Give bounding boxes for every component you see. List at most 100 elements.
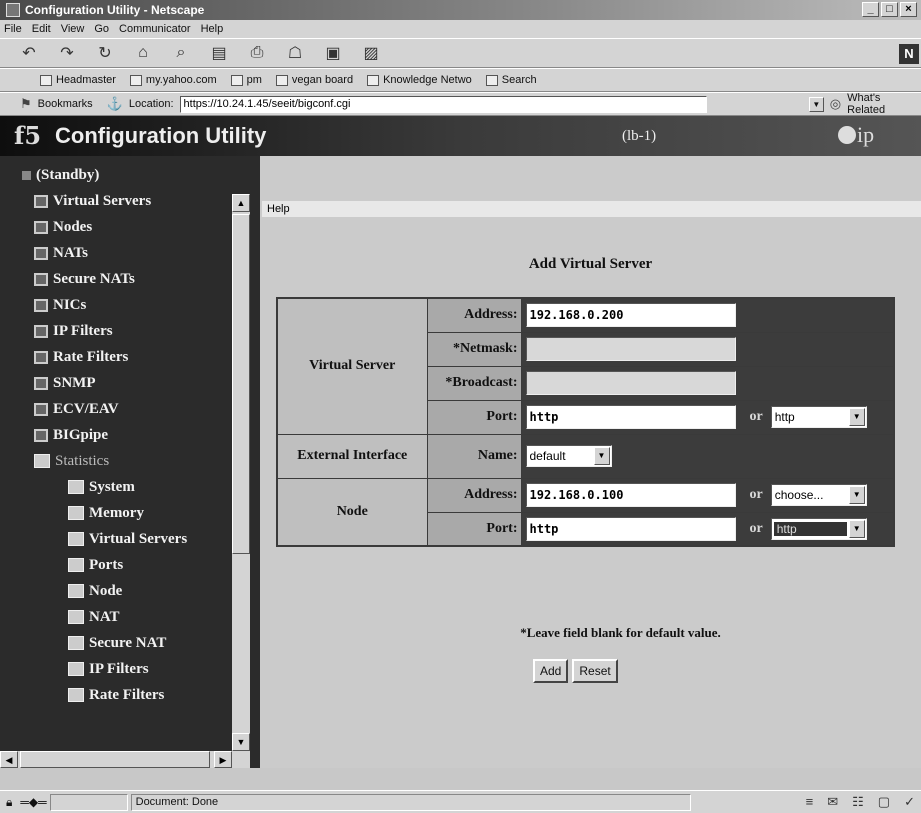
sidebar-item-stats-rate-filters[interactable]: Rate Filters	[0, 682, 232, 708]
broadcast-input[interactable]	[525, 371, 736, 395]
menu-help[interactable]: Help	[201, 23, 224, 35]
stats-page-icon	[68, 532, 84, 546]
interface-name-select[interactable]: default ▼	[525, 445, 612, 467]
sidebar-vertical-scrollbar[interactable]: ▲ ▼	[232, 194, 250, 751]
sidebar-item-stats-node[interactable]: Node	[0, 578, 232, 604]
personal-link-label: pm	[246, 74, 262, 86]
maximize-button[interactable]: □	[881, 2, 898, 17]
stop-icon[interactable]: ▨	[360, 43, 382, 63]
personal-link-search[interactable]: Search	[485, 74, 537, 86]
node-address-input[interactable]: 192.168.0.100	[525, 483, 736, 507]
whats-related-button[interactable]: What's Related	[847, 92, 921, 116]
search-icon[interactable]: ⌕	[170, 43, 192, 63]
address-input[interactable]: 192.168.0.200	[525, 303, 736, 328]
sidebar-item-nats[interactable]: NATs	[0, 240, 232, 266]
help-bar: Help	[262, 201, 921, 217]
print-icon[interactable]: ⎙	[246, 43, 268, 63]
mail-icon[interactable]: ✉	[827, 794, 838, 810]
sidebar-item-stats-ports[interactable]: Ports	[0, 552, 232, 578]
forward-icon[interactable]: ↷	[56, 43, 78, 63]
menu-file[interactable]: File	[4, 23, 22, 35]
netmask-input[interactable]	[525, 337, 736, 361]
sidebar-item-statistics[interactable]: Statistics	[0, 448, 232, 474]
sidebar-horizontal-scrollbar[interactable]: ◀ ▶	[0, 751, 250, 768]
personal-link-yahoo[interactable]: my.yahoo.com	[129, 74, 217, 86]
sidebar-item-nodes[interactable]: Nodes	[0, 214, 232, 240]
personal-link-knowledge[interactable]: Knowledge Netwo	[367, 74, 472, 86]
back-icon[interactable]: ↶	[18, 43, 40, 63]
node-port-select[interactable]: http ▼	[770, 517, 867, 540]
port-input[interactable]: http	[525, 405, 736, 429]
composer-icon[interactable]: ▢	[878, 794, 890, 810]
bookmark-page-icon	[40, 74, 52, 86]
personal-link-pm[interactable]: pm	[230, 74, 262, 86]
sidebar-item-rate-filters[interactable]: Rate Filters	[0, 344, 232, 370]
add-virtual-server-form: Virtual Server Address: 192.168.0.200 *N…	[276, 297, 895, 547]
status-bar: 🔒︎ ═◆═ Document: Done ≡ ✉ ☷ ▢ ✓	[0, 790, 921, 813]
personal-link-vegan-board[interactable]: vegan board	[275, 74, 353, 86]
sidebar-item-label: Secure NATs	[53, 270, 135, 287]
menu-bar: File Edit View Go Communicator Help	[0, 20, 921, 38]
help-link[interactable]: Help	[267, 203, 290, 215]
minimize-button[interactable]: _	[862, 2, 879, 17]
scroll-right-arrow[interactable]: ▶	[214, 751, 232, 768]
sidebar-item-secure-nats[interactable]: Secure NATs	[0, 266, 232, 292]
shop-icon[interactable]: ▣	[322, 43, 344, 63]
personal-link-label: my.yahoo.com	[145, 74, 217, 86]
reset-button[interactable]: Reset	[572, 659, 618, 683]
sidebar-item-bigpipe[interactable]: BIGpipe	[0, 422, 232, 448]
url-field[interactable]: https://10.24.1.45/seeit/bigconf.cgi	[179, 95, 707, 113]
sidebar-item-stats-virtual-servers[interactable]: Virtual Servers	[0, 526, 232, 552]
sidebar-item-snmp[interactable]: SNMP	[0, 370, 232, 396]
sidebar-item-label: Memory	[89, 504, 144, 521]
horizontal-scroll-thumb[interactable]	[20, 751, 210, 768]
location-toolbar: ⚑ Bookmarks ⚓ Location: https://10.24.1.…	[0, 92, 921, 116]
bigip-logo-mark	[838, 126, 856, 144]
node-address-select[interactable]: choose... ▼	[770, 484, 867, 506]
sidebar-item-label: NICs	[53, 296, 87, 313]
sidebar-item-label: System	[89, 478, 135, 495]
sidebar-item-ecv-eav[interactable]: ECV/EAV	[0, 396, 232, 422]
scroll-left-arrow[interactable]: ◀	[0, 751, 18, 768]
menu-edit[interactable]: Edit	[32, 23, 51, 35]
sidebar-item-nics[interactable]: NICs	[0, 292, 232, 318]
bookmark-page-icon	[129, 74, 142, 86]
security-icon[interactable]: ☖	[284, 43, 306, 63]
menu-go[interactable]: Go	[94, 23, 109, 35]
bookmarks-icon[interactable]: ⚑	[20, 96, 32, 112]
navigator-icon[interactable]: ≡	[806, 794, 814, 810]
interface-name-label: Name:	[426, 433, 522, 479]
add-button[interactable]: Add	[533, 659, 569, 683]
url-dropdown-arrow[interactable]: ▼	[808, 96, 824, 112]
sidebar-item-stats-nat[interactable]: NAT	[0, 604, 232, 630]
sidebar-item-virtual-servers[interactable]: Virtual Servers	[0, 188, 232, 214]
sidebar-item-standby[interactable]: (Standby)	[0, 162, 232, 188]
ecv-eav-icon	[34, 402, 48, 416]
reload-icon[interactable]: ↻	[94, 43, 116, 63]
whats-related-icon[interactable]: ◎	[830, 96, 841, 112]
bookmarks-button[interactable]: Bookmarks	[38, 98, 93, 110]
scroll-thumb[interactable]	[232, 214, 250, 554]
menu-communicator[interactable]: Communicator	[119, 23, 191, 35]
sidebar-item-label: Rate Filters	[53, 348, 129, 365]
discussions-icon[interactable]: ☷	[852, 794, 864, 810]
scroll-down-arrow[interactable]: ▼	[232, 733, 250, 751]
nodes-icon	[34, 220, 48, 234]
port-service-select[interactable]: http ▼	[770, 406, 867, 428]
stats-page-icon	[68, 636, 84, 650]
sidebar-item-ip-filters[interactable]: IP Filters	[0, 318, 232, 344]
my-netscape-icon[interactable]: ▤	[208, 43, 230, 63]
check-icon[interactable]: ✓	[904, 794, 915, 810]
lock-icon[interactable]: 🔒︎	[6, 795, 12, 810]
menu-view[interactable]: View	[61, 23, 85, 35]
sidebar-item-stats-secure-nat[interactable]: Secure NAT	[0, 630, 232, 656]
sidebar-item-stats-ip-filters[interactable]: IP Filters	[0, 656, 232, 682]
close-button[interactable]: ×	[900, 2, 917, 17]
sidebar-item-stats-memory[interactable]: Memory	[0, 500, 232, 526]
sidebar-item-stats-system[interactable]: System	[0, 474, 232, 500]
node-port-input[interactable]: http	[525, 516, 736, 541]
home-icon[interactable]: ⌂	[132, 43, 154, 63]
personal-link-headmaster[interactable]: Headmaster	[40, 74, 116, 86]
navigation-sidebar: (Standby) Virtual Servers Nodes NATs Sec…	[0, 156, 260, 768]
scroll-up-arrow[interactable]: ▲	[232, 194, 250, 212]
